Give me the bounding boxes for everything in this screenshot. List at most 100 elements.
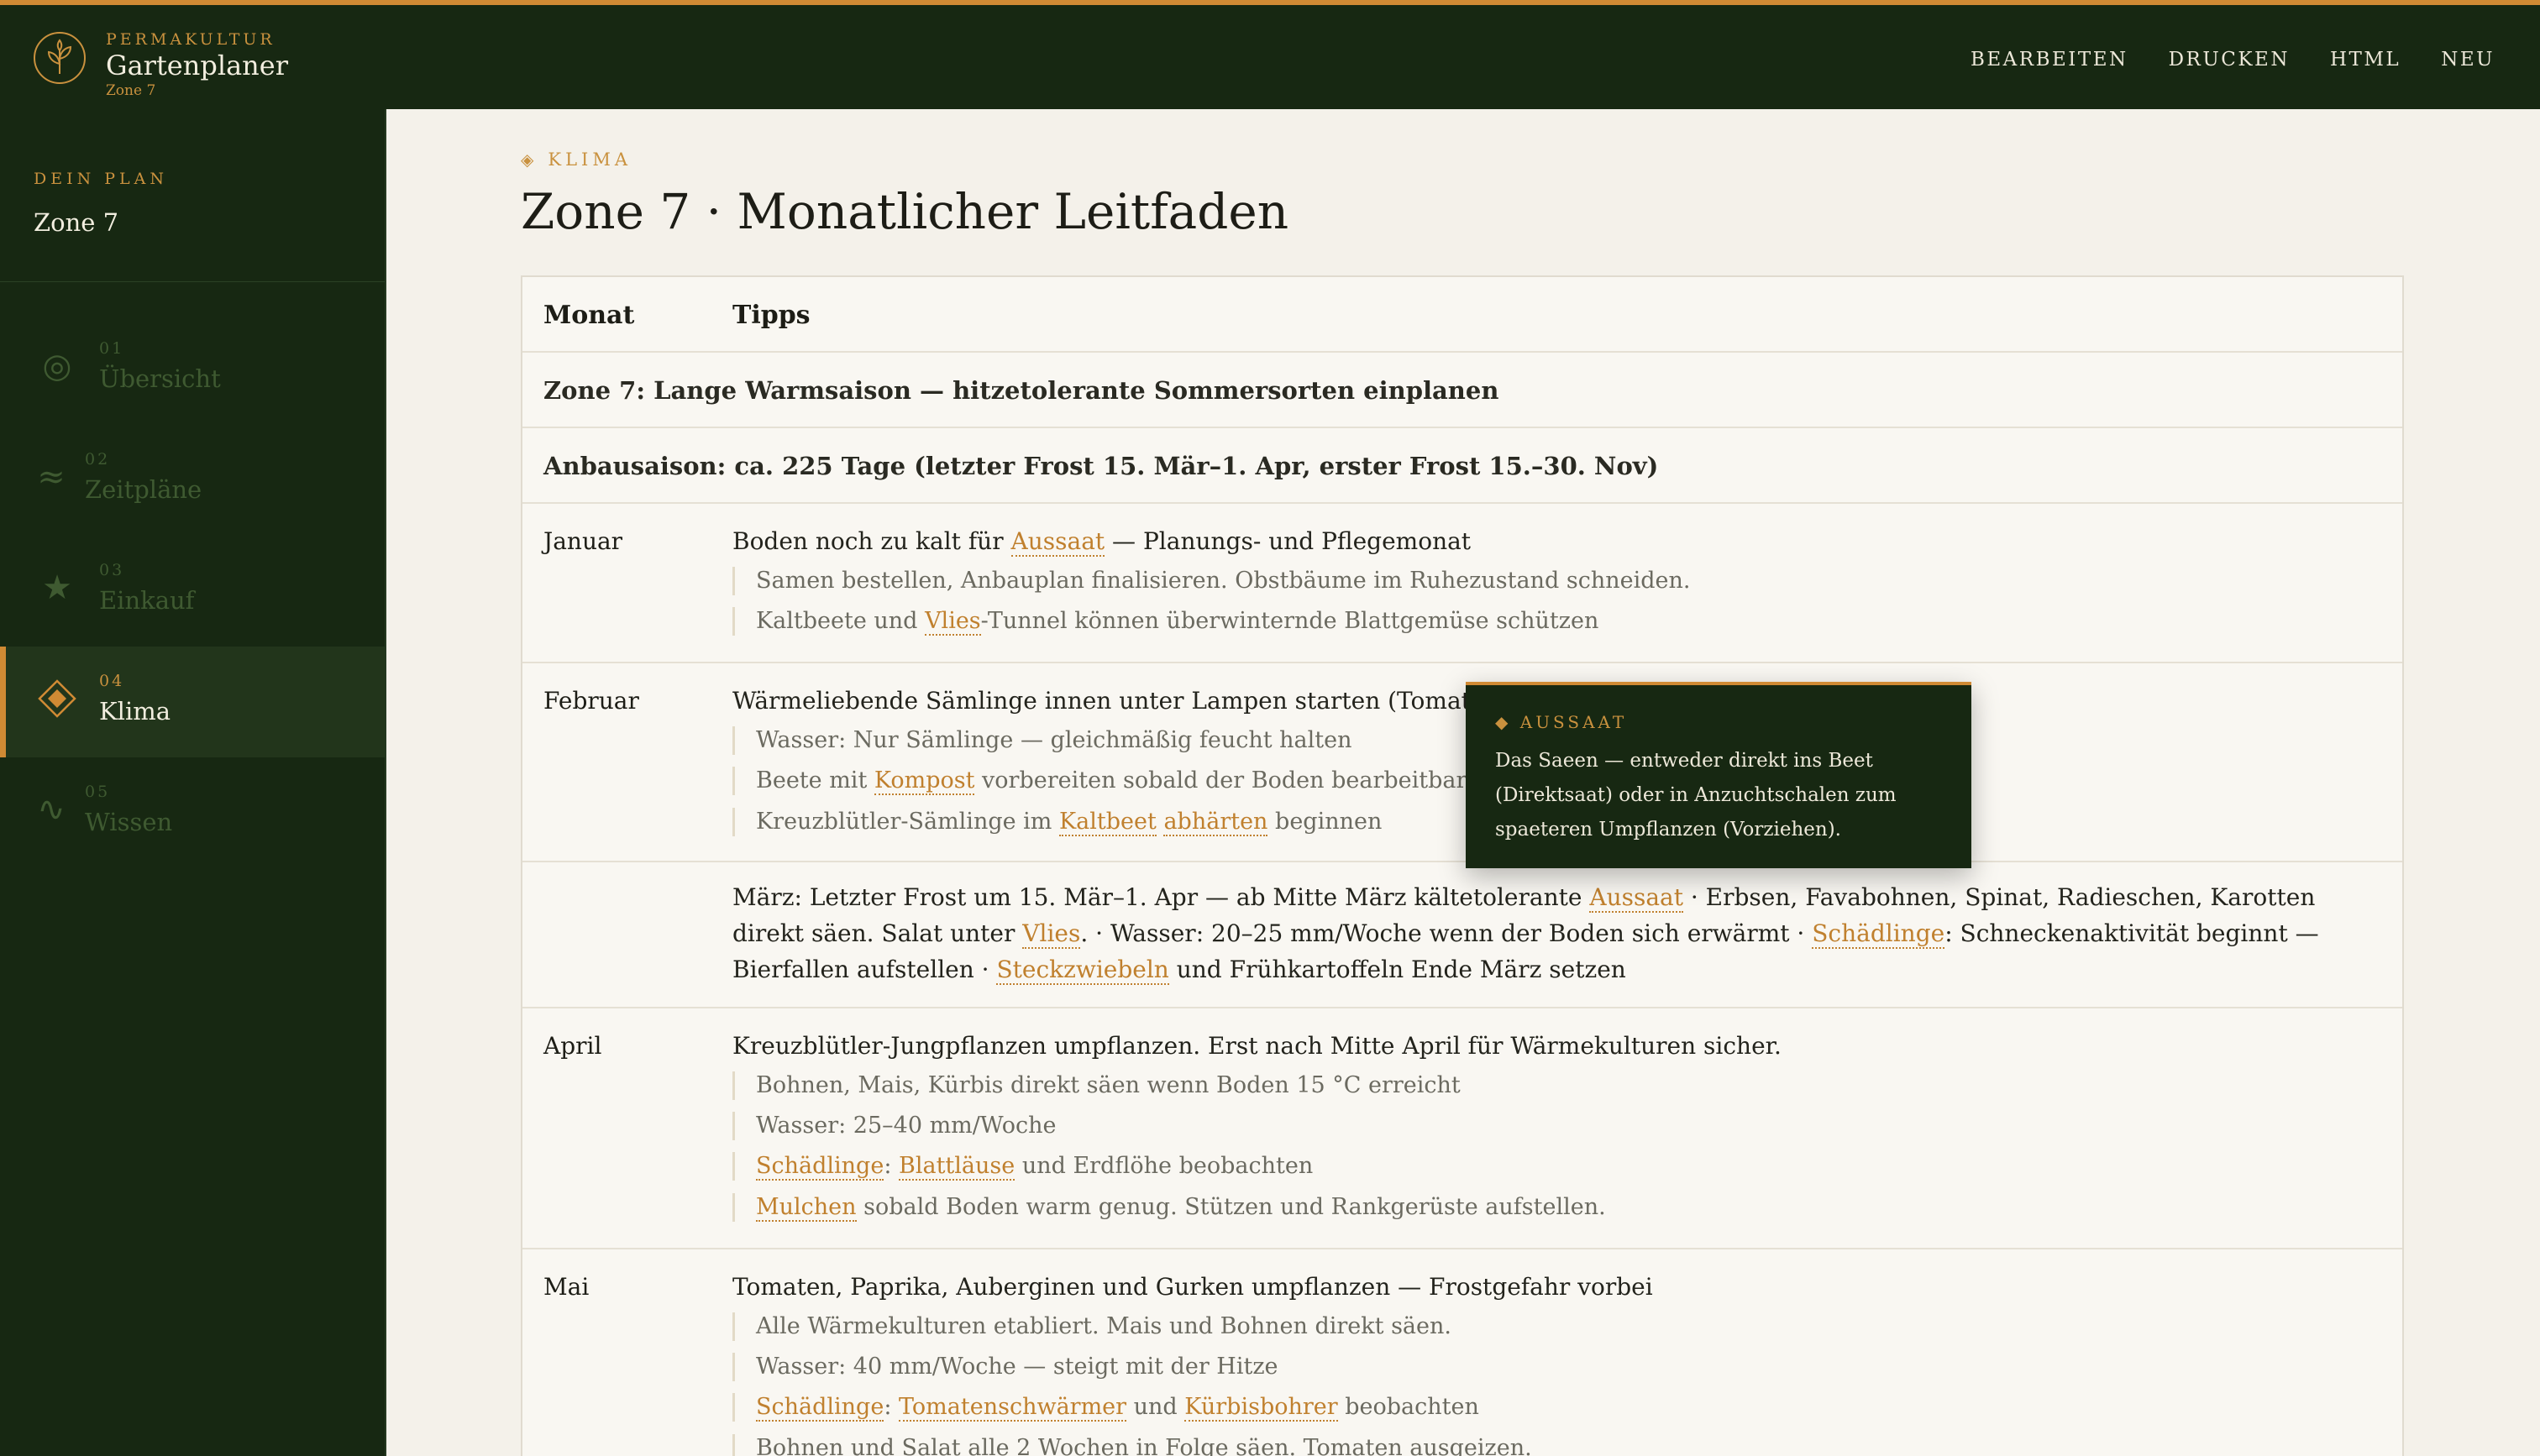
keyword-link[interactable]: Aussaat <box>1589 883 1683 913</box>
brand-subtitle: Zone 7 <box>106 82 156 99</box>
keyword-link[interactable]: Schädlinge <box>1812 919 1945 949</box>
plan-value: Zone 7 <box>34 208 119 237</box>
season-banner: Anbausaison: ca. 225 Tage (letzter Frost… <box>522 428 2402 504</box>
text: Beete mit <box>756 767 874 793</box>
text: beobachten <box>1337 1394 1479 1420</box>
keyword-link[interactable]: Schädlinge <box>756 1394 884 1422</box>
text: Boden noch zu kalt für <box>732 527 1011 555</box>
keyword-link[interactable]: Steckzwiebeln <box>996 956 1169 985</box>
keyword-link[interactable]: Tomatenschwärmer <box>899 1394 1127 1422</box>
tip-item: Alle Wärmekulturen etabliert. Mais und B… <box>732 1312 1451 1341</box>
keyword-link[interactable]: Kaltbeet <box>1059 809 1157 836</box>
keyword-tooltip: ◆ AUSSAAT Das Saeen — entweder direkt in… <box>1466 682 1971 868</box>
keyword-link[interactable]: Kompost <box>874 767 975 795</box>
leaf-spiral-icon <box>34 32 86 84</box>
tip-item: Wasser: Nur Sämlinge — gleichmäßig feuch… <box>732 726 1352 755</box>
row-lead: Boden noch zu kalt für Aussaat — Planung… <box>732 527 1472 557</box>
month-label: April <box>543 1032 602 1060</box>
table-header: Monat Tipps <box>522 277 2402 353</box>
zone-banner: Zone 7: Lange Warmsaison — hitzetolerant… <box>522 353 2402 428</box>
sidebar-item-label: Wissen <box>85 808 173 836</box>
edit-button[interactable]: BEARBEITEN <box>1971 49 2128 71</box>
sidebar-nav: ◎ 01 Übersicht ≈ 02 Zeitpläne ★ 03 Einka… <box>0 314 386 868</box>
text: . · Wasser: 20–25 mm/Woche wenn der Bode… <box>1080 919 1813 947</box>
row-lead: Kreuzblütler-Jungpflanzen umpflanzen. Er… <box>732 1032 1782 1060</box>
brand[interactable]: PERMAKULTUR Gartenplaner Zone 7 <box>32 30 288 99</box>
table-row-maerz: März: Letzter Frost um 15. Mär–1. Apr — … <box>522 862 2402 1008</box>
text: beginnen <box>1267 809 1383 835</box>
page-title: Zone 7 · Monatlicher Leitfaden <box>521 183 1289 240</box>
tip-item: Beete mit Kompost vorbereiten sobald der… <box>732 767 1559 795</box>
table-row-januar: Januar Boden noch zu kalt für Aussaat — … <box>522 504 2402 663</box>
table-row-mai: Mai Tomaten, Paprika, Auberginen und Gur… <box>522 1249 2402 1456</box>
tip-item: Kaltbeete und Vlies-Tunnel können überwi… <box>732 607 1598 636</box>
sidebar-item-label: Übersicht <box>99 364 221 393</box>
column-header-tips: Tipps <box>732 301 811 330</box>
plan-box: DEIN PLAN Zone 7 <box>0 109 385 282</box>
text: Kreuzblütler-Sämlinge im <box>756 809 1059 835</box>
sidebar-item-label: Zeitpläne <box>85 475 202 504</box>
sidebar-item-einkauf[interactable]: ★ 03 Einkauf <box>0 536 385 647</box>
tooltip-title-label: AUSSAAT <box>1519 712 1628 732</box>
text: — Planungs- und Pflegemonat <box>1105 527 1472 555</box>
keyword-link[interactable]: Aussaat <box>1010 527 1105 557</box>
keyword-link[interactable]: Blattläuse <box>899 1153 1015 1181</box>
month-label: Mai <box>543 1273 590 1301</box>
tip-item: Bohnen und Salat alle 2 Wochen in Folge … <box>732 1434 1532 1456</box>
sidebar-item-number: 04 <box>99 672 125 690</box>
text: und <box>1126 1394 1185 1420</box>
tip-item: Mulchen sobald Boden warm genug. Stützen… <box>732 1193 1606 1222</box>
brand-title: Gartenplaner <box>106 50 288 81</box>
tilde-icon: ∿ <box>37 790 66 829</box>
tip-item: Wasser: 25–40 mm/Woche <box>732 1112 1057 1140</box>
row-lead: Wärmeliebende Sämlinge innen unter Lampe… <box>732 687 1570 715</box>
section-kicker: ◈ KLIMA <box>521 149 632 170</box>
row-paragraph: März: Letzter Frost um 15. Mär–1. Apr — … <box>732 879 2379 987</box>
top-nav: BEARBEITEN DRUCKEN HTML NEU <box>1971 49 2495 71</box>
top-bar: PERMAKULTUR Gartenplaner Zone 7 BEARBEIT… <box>0 0 2540 109</box>
sidebar-item-uebersicht[interactable]: ◎ 01 Übersicht <box>0 314 385 425</box>
sidebar-item-number: 05 <box>85 783 111 801</box>
text: März: Letzter Frost um 15. Mär–1. Apr — … <box>732 883 1590 911</box>
diamond-icon <box>37 678 77 719</box>
table-row-februar: Februar Wärmeliebende Sämlinge innen unt… <box>522 663 2402 862</box>
tip-item: Schädlinge: Blattläuse und Erdflöhe beob… <box>732 1152 1313 1181</box>
print-button[interactable]: DRUCKEN <box>2169 49 2290 71</box>
sidebar-item-zeitplaene[interactable]: ≈ 02 Zeitpläne <box>0 425 385 536</box>
plan-label: DEIN PLAN <box>34 170 169 188</box>
sidebar-item-wissen[interactable]: ∿ 05 Wissen <box>0 757 385 868</box>
row-lead: Tomaten, Paprika, Auberginen und Gurken … <box>732 1273 1653 1301</box>
keyword-link[interactable]: Schädlinge <box>756 1153 884 1181</box>
keyword-link[interactable]: abhärten <box>1163 809 1268 836</box>
tip-item: Schädlinge: Tomatenschwärmer und Kürbisb… <box>732 1393 1479 1422</box>
text: Kaltbeete und <box>756 608 926 634</box>
sidebar-item-number: 03 <box>99 561 125 579</box>
text: : <box>884 1394 899 1420</box>
keyword-link[interactable]: Vlies <box>1022 919 1081 949</box>
text: und Erdflöhe beobachten <box>1015 1153 1314 1179</box>
waves-icon: ≈ <box>37 458 66 496</box>
brand-kicker: PERMAKULTUR <box>106 30 276 49</box>
star-icon: ★ <box>42 568 72 607</box>
diamond-icon: ◈ <box>521 149 538 170</box>
sidebar: DEIN PLAN Zone 7 ◎ 01 Übersicht ≈ 02 Zei… <box>0 109 386 1456</box>
tip-item: Samen bestellen, Anbauplan finalisieren.… <box>732 567 1690 595</box>
tip-item: Bohnen, Mais, Kürbis direkt säen wenn Bo… <box>732 1071 1461 1100</box>
new-button[interactable]: NEU <box>2441 49 2495 71</box>
month-label: Februar <box>543 687 639 715</box>
keyword-link[interactable]: Vlies <box>925 608 981 636</box>
keyword-link[interactable]: Mulchen <box>756 1194 857 1222</box>
target-icon: ◎ <box>42 347 72 385</box>
keyword-link[interactable]: Kürbisbohrer <box>1184 1394 1338 1422</box>
html-button[interactable]: HTML <box>2330 49 2401 71</box>
text: sobald Boden warm genug. Stützen und Ran… <box>856 1194 1606 1220</box>
tooltip-body: Das Saeen — entweder direkt ins Beet (Di… <box>1495 750 1897 841</box>
sidebar-item-number: 02 <box>85 450 111 469</box>
section-kicker-label: KLIMA <box>548 149 632 170</box>
month-label: Januar <box>543 527 623 555</box>
sidebar-item-label: Klima <box>99 697 171 725</box>
tooltip-title: ◆ AUSSAAT <box>1495 712 1627 732</box>
table-row-april: April Kreuzblütler-Jungpflanzen umpflanz… <box>522 1008 2402 1249</box>
diamond-icon: ◆ <box>1495 712 1512 732</box>
sidebar-item-klima[interactable]: 04 Klima <box>0 647 385 757</box>
